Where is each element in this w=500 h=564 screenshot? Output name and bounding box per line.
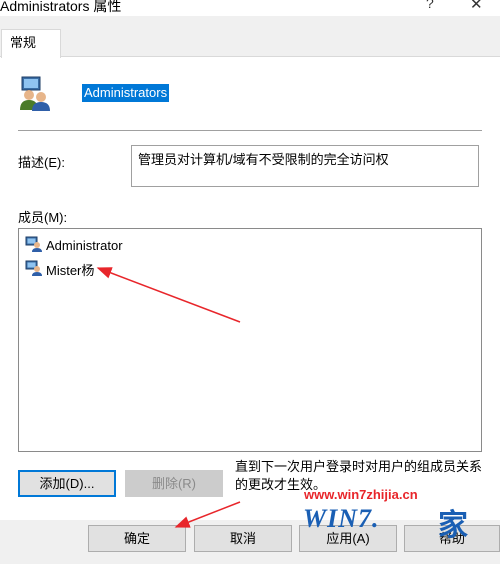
tab-strip	[0, 16, 500, 56]
user-icon	[25, 260, 46, 279]
tab-general[interactable]: 常规	[1, 29, 61, 58]
title-bar: Administrators 属性 ? ✕	[0, 0, 500, 16]
members-listbox[interactable]: Administrator Mister杨	[18, 228, 482, 452]
help-question-button[interactable]: ?	[426, 0, 434, 11]
watermark-url: www.win7zhijia.cn	[304, 487, 418, 502]
close-button[interactable]: ✕	[470, 0, 483, 13]
group-name-selected[interactable]: Administrators	[82, 84, 170, 102]
description-label: 描述(E):	[18, 155, 65, 170]
list-item[interactable]: Administrator	[25, 236, 123, 254]
user-group-icon	[16, 75, 54, 111]
member-name: Mister杨	[46, 262, 95, 278]
divider	[18, 130, 482, 131]
remove-button[interactable]: 删除(R)	[125, 470, 223, 497]
cancel-button[interactable]: 取消	[194, 525, 292, 552]
watermark-logo: WIN7.	[303, 504, 380, 533]
add-button[interactable]: 添加(D)...	[18, 470, 116, 497]
member-name: Administrator	[46, 237, 123, 253]
watermark-suffix: 家	[438, 508, 468, 543]
window-title: Administrators 属性	[0, 0, 122, 14]
ok-button[interactable]: 确定	[88, 525, 186, 552]
user-icon	[25, 236, 46, 255]
list-item[interactable]: Mister杨	[25, 260, 94, 278]
description-field[interactable]: 管理员对计算机/域有不受限制的完全访问权	[131, 145, 479, 187]
members-label: 成员(M):	[18, 210, 68, 225]
